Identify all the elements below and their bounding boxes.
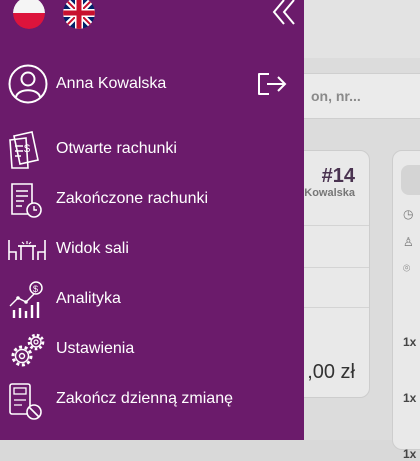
menu-item-settings[interactable]: Ustawienia bbox=[6, 328, 296, 372]
menu-item-label: Zakończone rachunki bbox=[56, 190, 209, 207]
menu-item-open-bills[interactable]: $ Otwarte rachunki bbox=[6, 128, 296, 172]
menu-item-label: Ustawienia bbox=[56, 340, 135, 357]
menu-item-analytics[interactable]: $ Analityka bbox=[6, 278, 296, 322]
avatar-icon bbox=[8, 64, 48, 104]
menu-item-dining-room[interactable]: Widok sali bbox=[6, 228, 296, 272]
menu-item-label: Zakończ dzienną zmianę bbox=[56, 390, 233, 407]
svg-text:$: $ bbox=[33, 284, 38, 294]
menu-item-end-shift[interactable]: Zakończ dzienną zmianę bbox=[6, 378, 296, 422]
navigation-drawer: Anna Kowalska $ Otwarte rachunki Zakończ… bbox=[0, 0, 304, 440]
user-profile[interactable]: Anna Kowalska bbox=[8, 64, 298, 106]
person-icon: ♙ bbox=[403, 235, 414, 249]
settings-icon bbox=[6, 330, 48, 370]
poland-flag-icon[interactable] bbox=[13, 0, 45, 29]
menu-item-closed-bills[interactable]: Zakończone rachunki bbox=[6, 178, 296, 222]
dining-room-icon bbox=[6, 230, 48, 270]
user-name: Anna Kowalska bbox=[56, 75, 167, 92]
item-quantity: 1x bbox=[403, 447, 417, 461]
collapse-drawer-icon[interactable] bbox=[270, 0, 298, 28]
menu-item-label: Widok sali bbox=[56, 240, 129, 257]
uk-flag-icon[interactable] bbox=[63, 0, 95, 29]
search-placeholder: on, nr... bbox=[311, 88, 361, 104]
menu-item-label: Otwarte rachunki bbox=[56, 140, 177, 157]
clock-icon: ◷ bbox=[403, 207, 414, 221]
end-shift-icon bbox=[6, 380, 48, 420]
order-total: ,00 zł bbox=[307, 361, 355, 383]
search-input[interactable]: on, nr... bbox=[296, 73, 420, 119]
open-bills-icon: $ bbox=[6, 130, 48, 170]
order-card[interactable]: ◷ ♙ ⌾ 1x 1x 1x bbox=[392, 150, 420, 461]
closed-bills-icon bbox=[6, 180, 48, 220]
analytics-icon: $ bbox=[6, 280, 48, 320]
location-icon: ⌾ bbox=[403, 261, 411, 275]
item-quantity: 1x bbox=[403, 335, 417, 349]
order-number: #14 bbox=[321, 165, 355, 187]
svg-text:$: $ bbox=[24, 143, 30, 155]
order-customer-name: Kowalska bbox=[304, 187, 355, 199]
menu-item-label: Analityka bbox=[56, 290, 121, 307]
logout-icon[interactable] bbox=[255, 69, 289, 99]
item-quantity: 1x bbox=[403, 391, 417, 405]
card-badge-icon bbox=[401, 165, 420, 195]
